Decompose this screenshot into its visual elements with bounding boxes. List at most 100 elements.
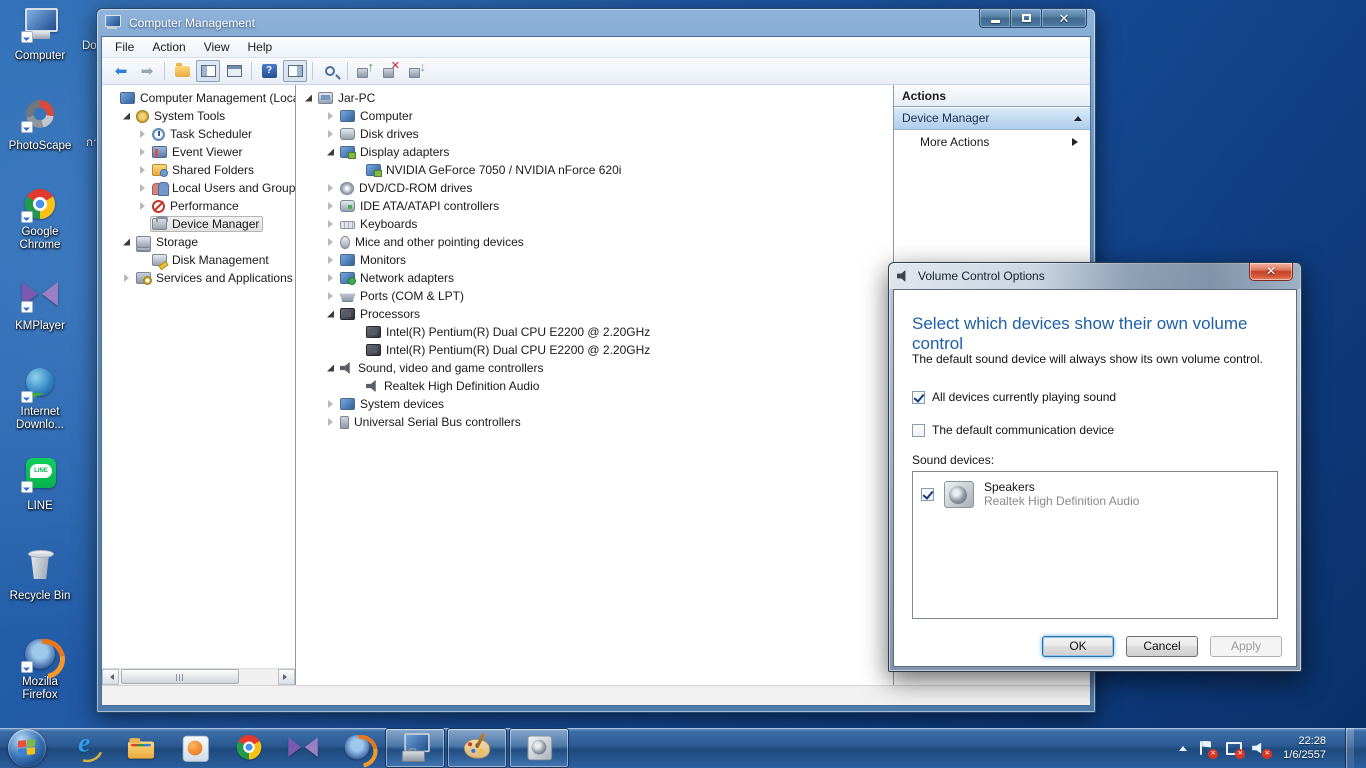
dialog-titlebar[interactable]: Volume Control Options bbox=[889, 263, 1301, 289]
sound-devices-list[interactable]: Speakers Realtek High Definition Audio bbox=[912, 471, 1278, 619]
expand-arrow[interactable] bbox=[326, 274, 338, 282]
tree-item-local-users-and-groups[interactable]: Local Users and Groups bbox=[102, 179, 295, 197]
menu-file[interactable]: File bbox=[106, 37, 143, 57]
desktop-icon-mozilla-firefox[interactable]: Mozilla Firefox bbox=[2, 636, 78, 726]
device-item-dvd-cd-rom-drives[interactable]: DVD/CD-ROM drives bbox=[296, 179, 476, 197]
more-actions-item[interactable]: More Actions bbox=[894, 130, 1090, 154]
menu-help[interactable]: Help bbox=[239, 37, 282, 57]
taskbar-windows-media-player[interactable] bbox=[168, 728, 222, 768]
expand-arrow[interactable] bbox=[326, 292, 338, 300]
checkbox-default-communication[interactable]: The default communication device bbox=[912, 423, 1114, 437]
device-item-network-adapters[interactable]: Network adapters bbox=[296, 269, 458, 287]
maximize-button[interactable] bbox=[1011, 9, 1041, 28]
device-item-monitors[interactable]: Monitors bbox=[296, 251, 410, 269]
toolbar-back-button[interactable] bbox=[109, 60, 133, 82]
device-item-sound-video-game-controllers[interactable]: Sound, video and game controllers bbox=[296, 359, 547, 377]
taskbar-volume-control[interactable] bbox=[509, 728, 569, 768]
ok-button[interactable]: OK bbox=[1042, 636, 1114, 657]
expand-arrow[interactable] bbox=[138, 202, 150, 210]
expand-arrow[interactable] bbox=[326, 202, 338, 210]
expand-arrow[interactable] bbox=[122, 274, 134, 282]
device-item-computer[interactable]: Computer bbox=[296, 107, 417, 125]
expand-arrow[interactable] bbox=[326, 238, 338, 246]
toolbar-forward-button[interactable] bbox=[135, 60, 159, 82]
sound-device-row-speakers[interactable]: Speakers Realtek High Definition Audio bbox=[913, 472, 1277, 516]
expand-arrow[interactable] bbox=[138, 148, 150, 156]
expand-arrow[interactable] bbox=[326, 256, 338, 264]
tree-item-system-tools[interactable]: System Tools bbox=[102, 107, 229, 125]
minimize-button[interactable] bbox=[979, 9, 1011, 28]
tree-item-shared-folders[interactable]: Shared Folders bbox=[102, 161, 258, 179]
volume-muted-icon[interactable] bbox=[1252, 741, 1273, 759]
tree-item-computer-management[interactable]: Computer Management (Local bbox=[102, 89, 295, 107]
expand-arrow[interactable] bbox=[326, 112, 338, 120]
desktop-icon-recycle-bin[interactable]: Recycle Bin bbox=[2, 546, 78, 636]
expand-arrow[interactable] bbox=[326, 418, 338, 426]
taskbar-google-chrome[interactable] bbox=[222, 728, 276, 768]
show-desktop-button[interactable] bbox=[1345, 728, 1354, 768]
expand-arrow[interactable] bbox=[326, 220, 338, 228]
expand-arrow[interactable] bbox=[138, 166, 150, 174]
toolbar-properties-button[interactable] bbox=[222, 60, 246, 82]
cancel-button[interactable]: Cancel bbox=[1126, 636, 1198, 657]
toolbar-scan-hardware-changes-button[interactable] bbox=[318, 60, 342, 82]
expand-arrow[interactable] bbox=[326, 365, 338, 372]
desktop-icon-line[interactable]: LINE bbox=[2, 456, 78, 546]
action-center-alert-icon[interactable] bbox=[1198, 740, 1219, 759]
scroll-left-button[interactable] bbox=[102, 669, 119, 685]
menu-view[interactable]: View bbox=[195, 37, 239, 57]
toolbar-show-action-pane-button[interactable] bbox=[283, 60, 307, 82]
device-item-system-devices[interactable]: System devices bbox=[296, 395, 448, 413]
taskbar-paint[interactable] bbox=[447, 728, 507, 768]
expand-arrow[interactable] bbox=[326, 311, 338, 318]
tree-item-storage[interactable]: Storage bbox=[102, 233, 202, 251]
expand-arrow[interactable] bbox=[326, 149, 338, 156]
desktop-icon-kmplayer[interactable]: KMPlayer bbox=[2, 276, 78, 366]
dialog-close-button[interactable]: ✕ bbox=[1249, 263, 1293, 281]
tree-item-device-manager[interactable]: Device Manager bbox=[102, 215, 264, 233]
tree-item-services-and-applications[interactable]: Services and Applications bbox=[102, 269, 295, 287]
device-item-disk-drives[interactable]: Disk drives bbox=[296, 125, 423, 143]
expand-arrow[interactable] bbox=[122, 239, 134, 246]
toolbar-disable-device-button[interactable] bbox=[405, 60, 429, 82]
taskbar-firefox[interactable] bbox=[330, 728, 384, 768]
collapse-arrow-icon[interactable] bbox=[1074, 112, 1082, 121]
toolbar-update-driver-button[interactable] bbox=[353, 60, 377, 82]
device-item-keyboards[interactable]: Keyboards bbox=[296, 215, 421, 233]
device-item-nvidia-geforce-7050[interactable]: NVIDIA GeForce 7050 / NVIDIA nForce 620i bbox=[296, 161, 625, 179]
taskbar-internet-explorer[interactable] bbox=[60, 727, 114, 768]
expand-arrow[interactable] bbox=[138, 130, 150, 138]
device-item-mice[interactable]: Mice and other pointing devices bbox=[296, 233, 528, 251]
expand-arrow[interactable] bbox=[326, 400, 338, 408]
expand-arrow[interactable] bbox=[326, 184, 338, 192]
toolbar-show-console-tree-button[interactable] bbox=[196, 60, 220, 82]
close-button[interactable]: ✕ bbox=[1041, 9, 1087, 28]
device-item-intel-pentium-e2200-2[interactable]: Intel(R) Pentium(R) Dual CPU E2200 @ 2.2… bbox=[296, 341, 654, 359]
window-titlebar[interactable]: Computer Management ✕ bbox=[97, 9, 1095, 36]
apply-button[interactable]: Apply bbox=[1210, 636, 1282, 657]
checkbox-checked-icon[interactable] bbox=[921, 487, 934, 501]
tree-item-task-scheduler[interactable]: Task Scheduler bbox=[102, 125, 256, 143]
tree-item-disk-management[interactable]: Disk Management bbox=[102, 251, 273, 269]
start-button[interactable] bbox=[8, 729, 46, 767]
actions-device-manager-section[interactable]: Device Manager bbox=[894, 107, 1090, 130]
desktop-icon-photoscape[interactable]: PhotoScape bbox=[2, 96, 78, 186]
network-error-icon[interactable] bbox=[1225, 741, 1246, 759]
menu-action[interactable]: Action bbox=[143, 37, 194, 57]
horizontal-scrollbar[interactable] bbox=[102, 668, 295, 685]
device-item-processors[interactable]: Processors bbox=[296, 305, 424, 323]
device-item-intel-pentium-e2200-1[interactable]: Intel(R) Pentium(R) Dual CPU E2200 @ 2.2… bbox=[296, 323, 654, 341]
toolbar-export-list-button[interactable] bbox=[170, 60, 194, 82]
expand-arrow[interactable] bbox=[326, 130, 338, 138]
device-item-ports[interactable]: Ports (COM & LPT) bbox=[296, 287, 468, 305]
scroll-right-button[interactable] bbox=[278, 669, 295, 685]
desktop-icon-computer[interactable]: Computer bbox=[2, 6, 78, 96]
device-item-realtek-hd-audio[interactable]: Realtek High Definition Audio bbox=[296, 377, 543, 395]
scrollbar-thumb[interactable] bbox=[121, 669, 239, 684]
taskbar-windows-explorer[interactable] bbox=[114, 728, 168, 768]
device-item-usb-controllers[interactable]: Universal Serial Bus controllers bbox=[296, 413, 525, 431]
device-item-ide-ata-atapi-controllers[interactable]: IDE ATA/ATAPI controllers bbox=[296, 197, 503, 215]
taskbar-computer-management[interactable] bbox=[385, 728, 445, 768]
tree-item-performance[interactable]: Performance bbox=[102, 197, 243, 215]
clock[interactable]: 22:28 1/6/2557 bbox=[1279, 734, 1330, 762]
